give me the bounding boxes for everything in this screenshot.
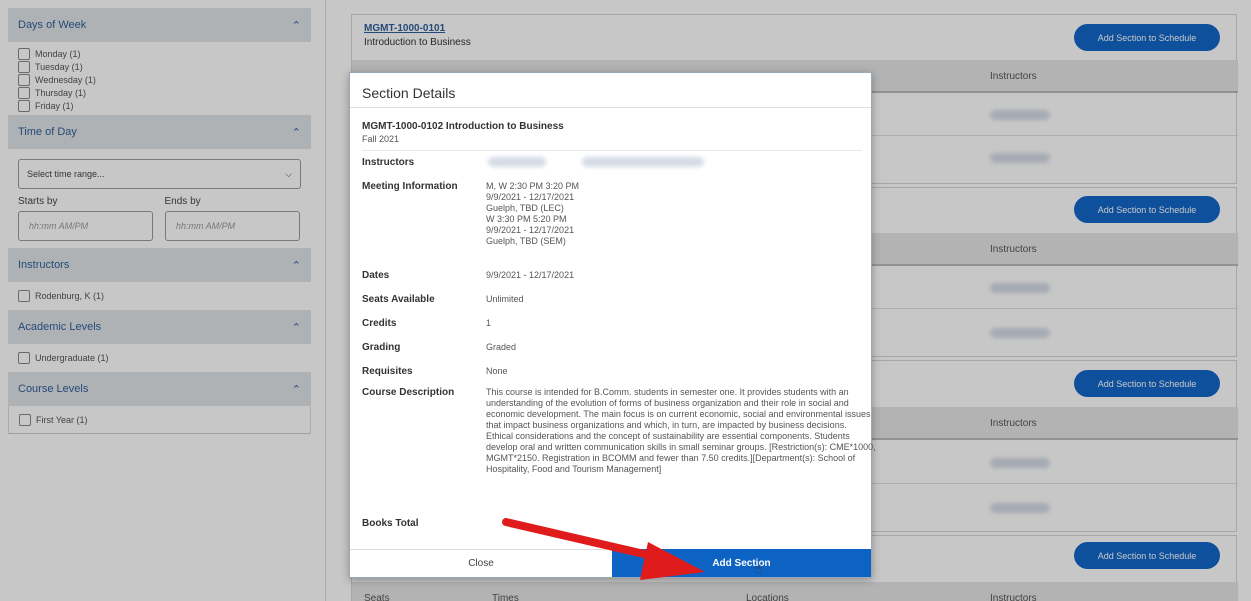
blurred-instructor-email	[582, 157, 704, 167]
meeting-line: W 3:30 PM 5:20 PM	[486, 214, 567, 224]
label-instructors: Instructors	[362, 157, 415, 168]
label-books-total: Books Total	[362, 518, 419, 529]
section-term: Fall 2021	[362, 134, 400, 144]
blurred-instructor-name	[488, 157, 546, 167]
label-seats-available: Seats Available	[362, 294, 435, 305]
dates-value: 9/9/2021 - 12/17/2021	[486, 270, 575, 280]
meeting-line: Guelph, TBD (LEC)	[486, 203, 564, 213]
requisites-value: None	[486, 366, 508, 376]
meeting-line: 9/9/2021 - 12/17/2021	[486, 192, 575, 202]
course-description: This course is intended for B.Comm. stud…	[486, 387, 876, 474]
divider	[350, 107, 871, 108]
label-requisites: Requisites	[362, 366, 413, 377]
meeting-information: M, W 2:30 PM 3:20 PM 9/9/2021 - 12/17/20…	[486, 181, 579, 247]
label-course-description: Course Description	[362, 387, 455, 398]
meeting-line: 9/9/2021 - 12/17/2021	[486, 225, 575, 235]
section-title: MGMT-1000-0102 Introduction to Business	[362, 121, 564, 132]
label-grading: Grading	[362, 342, 401, 353]
modal-title: Section Details	[362, 85, 456, 101]
grading-value: Graded	[486, 342, 517, 352]
label-dates: Dates	[362, 270, 390, 281]
seats-value: Unlimited	[486, 294, 524, 304]
meeting-line: Guelph, TBD (SEM)	[486, 236, 566, 246]
divider	[362, 150, 862, 151]
label-meeting-information: Meeting Information	[362, 181, 458, 192]
credits-value: 1	[486, 318, 492, 328]
red-arrow-annotation	[502, 518, 705, 580]
section-details-modal: Section Details MGMT-1000-0102 Introduct…	[349, 72, 876, 578]
meeting-line: M, W 2:30 PM 3:20 PM	[486, 181, 580, 191]
label-credits: Credits	[362, 318, 397, 329]
hand-cursor-icon: ☝	[754, 560, 763, 576]
